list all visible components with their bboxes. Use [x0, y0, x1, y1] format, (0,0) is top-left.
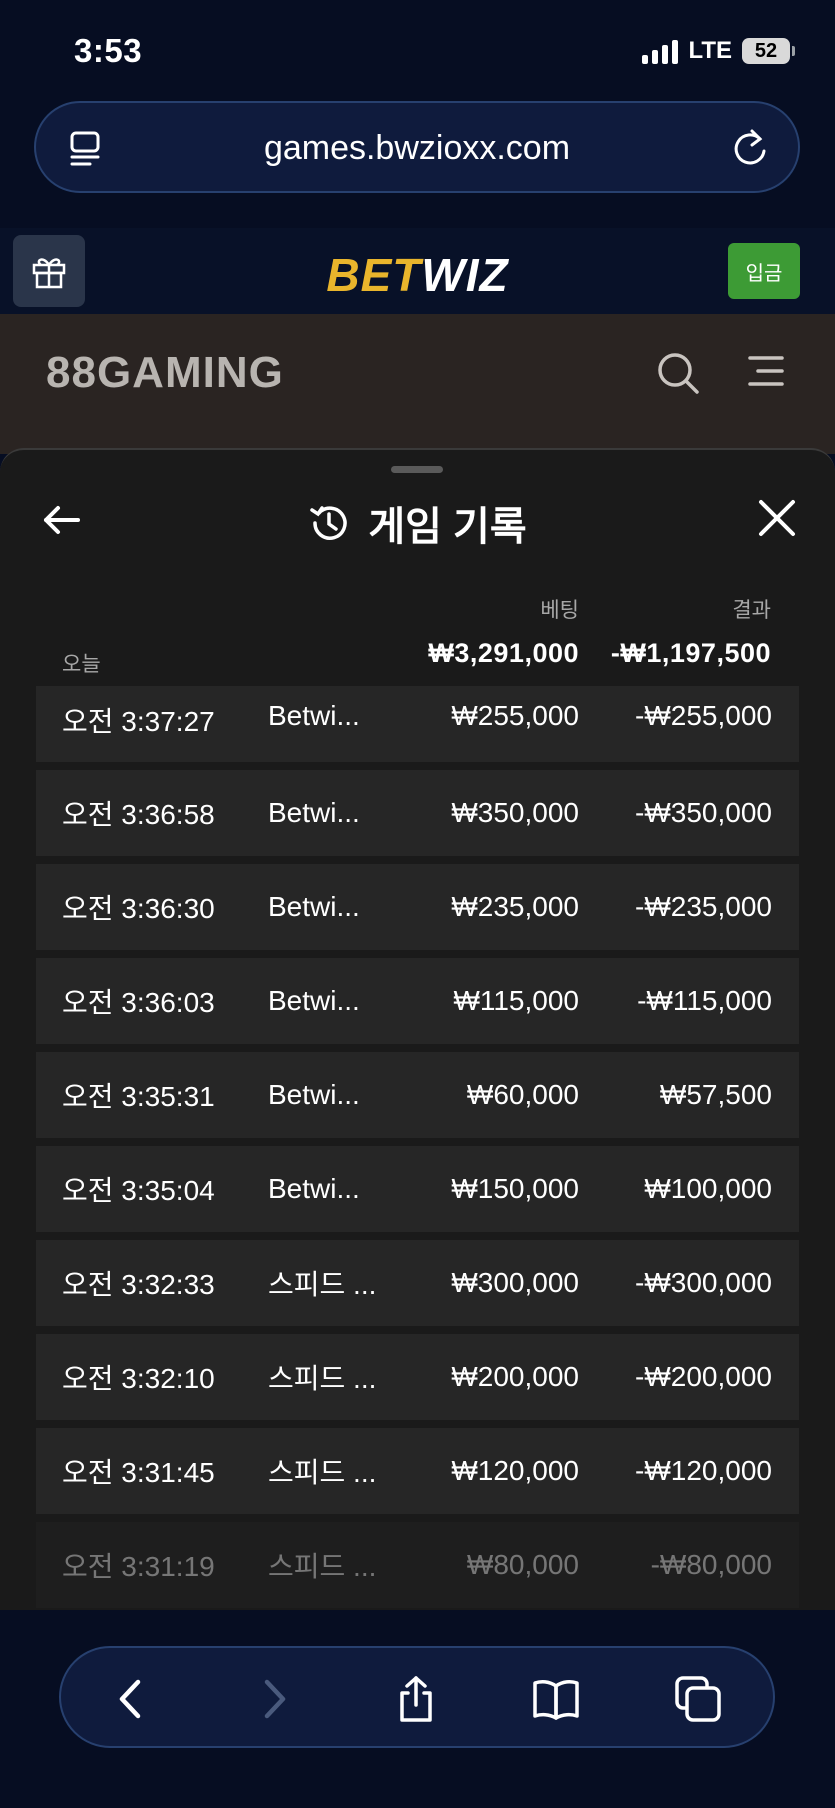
- row-time: 오전 3:31:45: [62, 1457, 215, 1488]
- row-time: 오전 3:36:03: [62, 987, 215, 1018]
- browser-bottom-area: [0, 1610, 835, 1808]
- row-bet: ₩120,000: [451, 1455, 579, 1486]
- share-icon[interactable]: [391, 1674, 441, 1724]
- history-row[interactable]: 오전 3:35:04 Betwi... ₩150,000 ₩100,000: [36, 1146, 799, 1232]
- reload-icon[interactable]: [730, 127, 770, 169]
- provider-logo: 88GAMING: [46, 348, 284, 397]
- site-header: BETWIZ 입금: [0, 228, 835, 314]
- close-icon[interactable]: [755, 496, 799, 540]
- sheet-header: 게임 기록: [0, 494, 835, 552]
- chevron-left-icon[interactable]: [106, 1674, 156, 1724]
- row-game: 스피드 ...: [268, 1551, 377, 1582]
- row-result: -₩80,000: [650, 1549, 772, 1580]
- signal-icon: [642, 38, 679, 64]
- row-result: -₩350,000: [635, 797, 772, 828]
- history-row[interactable]: 오전 3:32:33 스피드 ... ₩300,000 -₩300,000: [36, 1240, 799, 1326]
- network-type: LTE: [688, 37, 732, 64]
- column-header-bet: 베팅: [540, 599, 579, 622]
- bookmarks-icon[interactable]: [531, 1674, 581, 1724]
- row-time: 오전 3:32:10: [62, 1363, 215, 1394]
- row-result: -₩120,000: [635, 1455, 772, 1486]
- history-row[interactable]: 오전 3:36:58 Betwi... ₩350,000 -₩350,000: [36, 770, 799, 856]
- total-bet: ₩3,291,000: [428, 638, 579, 668]
- history-row[interactable]: 오전 3:37:27 Betwi... ₩255,000 -₩255,000: [36, 686, 799, 762]
- row-result: -₩115,000: [637, 985, 772, 1016]
- row-time: 오전 3:37:27: [62, 706, 215, 737]
- row-bet: ₩200,000: [451, 1361, 579, 1392]
- day-label: 오늘: [62, 653, 101, 676]
- row-game: 스피드 ...: [268, 1269, 377, 1300]
- row-time: 오전 3:35:31: [62, 1081, 215, 1112]
- row-result: ₩100,000: [644, 1173, 772, 1204]
- row-time: 오전 3:35:04: [62, 1175, 215, 1206]
- address-bar[interactable]: games.bwzioxx.com: [34, 101, 800, 193]
- row-result: -₩255,000: [635, 700, 772, 731]
- history-row[interactable]: 오전 3:31:19 스피드 ... ₩80,000 -₩80,000: [36, 1522, 799, 1608]
- deposit-button[interactable]: 입금: [728, 243, 800, 299]
- row-game: 스피드 ...: [268, 1363, 377, 1394]
- history-row[interactable]: 오전 3:31:45 스피드 ... ₩120,000 -₩120,000: [36, 1428, 799, 1514]
- row-time: 오전 3:31:19: [62, 1551, 215, 1582]
- row-result: -₩235,000: [635, 891, 772, 922]
- history-row[interactable]: 오전 3:36:03 Betwi... ₩115,000 -₩115,000: [36, 958, 799, 1044]
- browser-toolbar: [59, 1646, 775, 1748]
- row-game: Betwi...: [268, 797, 360, 828]
- row-result: -₩200,000: [635, 1361, 772, 1392]
- history-row[interactable]: 오전 3:35:31 Betwi... ₩60,000 ₩57,500: [36, 1052, 799, 1138]
- row-game: Betwi...: [268, 891, 360, 922]
- row-bet: ₩350,000: [451, 797, 579, 828]
- row-time: 오전 3:36:30: [62, 893, 215, 924]
- history-list: 오전 3:37:27 Betwi... ₩255,000 -₩255,000 오…: [36, 686, 799, 1612]
- game-history-sheet: 게임 기록 베팅 결과 오늘 ₩3,291,000 -₩1,197,500 오전…: [0, 448, 835, 1612]
- row-bet: ₩255,000: [451, 700, 579, 731]
- row-result: ₩57,500: [659, 1079, 772, 1110]
- history-row[interactable]: 오전 3:32:10 스피드 ... ₩200,000 -₩200,000: [36, 1334, 799, 1420]
- url-text[interactable]: games.bwzioxx.com: [36, 129, 798, 168]
- battery-icon: 52: [742, 38, 795, 64]
- provider-bar: 88GAMING: [0, 314, 835, 454]
- sheet-grabber[interactable]: [391, 466, 443, 473]
- brand-logo-bet: BET: [326, 249, 422, 301]
- sheet-title: 게임 기록: [368, 505, 527, 549]
- row-time: 오전 3:32:33: [62, 1269, 215, 1300]
- search-icon[interactable]: [656, 351, 700, 395]
- menu-icon[interactable]: [746, 353, 786, 389]
- row-game: Betwi...: [268, 985, 360, 1016]
- row-bet: ₩115,000: [453, 985, 579, 1016]
- row-result: -₩300,000: [635, 1267, 772, 1298]
- row-bet: ₩235,000: [451, 891, 579, 922]
- brand-logo-wiz: WIZ: [421, 249, 509, 301]
- total-result: -₩1,197,500: [610, 638, 771, 668]
- row-bet: ₩60,000: [466, 1079, 579, 1110]
- brand-logo[interactable]: BETWIZ: [0, 248, 835, 302]
- history-icon: [310, 506, 348, 540]
- row-time: 오전 3:36:58: [62, 799, 215, 830]
- status-time: 3:53: [74, 32, 143, 69]
- row-game: Betwi...: [268, 1079, 360, 1110]
- history-row[interactable]: 오전 3:36:30 Betwi... ₩235,000 -₩235,000: [36, 864, 799, 950]
- row-bet: ₩300,000: [451, 1267, 579, 1298]
- row-bet: ₩80,000: [466, 1549, 579, 1580]
- row-game: Betwi...: [268, 1173, 360, 1204]
- status-indicators: LTE 52: [642, 37, 795, 65]
- column-header-result: 결과: [732, 599, 771, 622]
- row-game: Betwi...: [268, 700, 360, 731]
- row-game: 스피드 ...: [268, 1457, 377, 1488]
- row-bet: ₩150,000: [451, 1173, 579, 1204]
- status-bar: 3:53 LTE 52: [0, 0, 835, 100]
- tabs-icon[interactable]: [673, 1674, 723, 1724]
- chevron-right-icon[interactable]: [249, 1674, 299, 1724]
